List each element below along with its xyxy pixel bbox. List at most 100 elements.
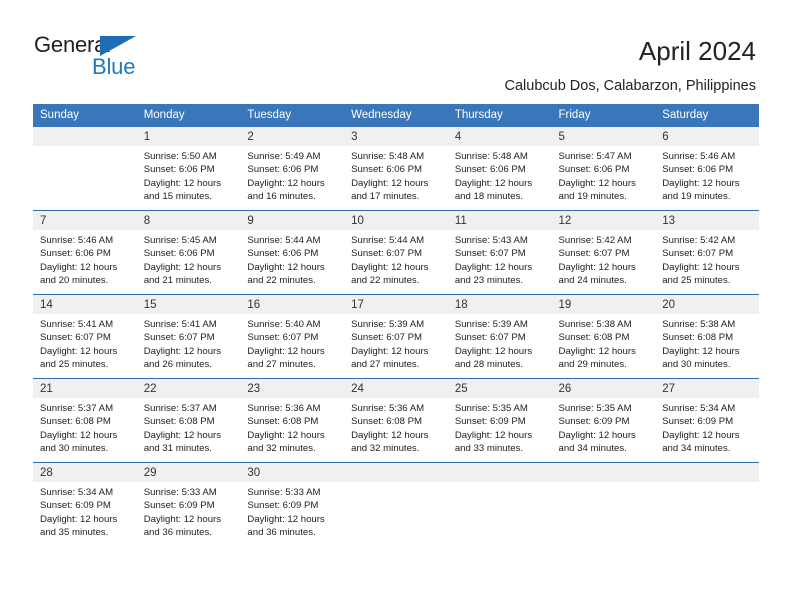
calendar-day-cell[interactable]: 11 Sunrise: 5:43 AM Sunset: 6:07 PM Dayligh… — [447, 210, 552, 295]
daylight-duration-line1: Daylight: 12 hours — [351, 345, 429, 357]
day-number: 20 — [655, 295, 759, 314]
sunrise-time: Sunrise: 5:50 AM — [143, 151, 217, 162]
calendar-day-cell[interactable]: 25 Sunrise: 5:35 AM Sunset: 6:09 PM Dayligh… — [447, 378, 552, 463]
calendar-day-cell[interactable]: 19 Sunrise: 5:38 AM Sunset: 6:08 PM Dayligh… — [551, 294, 656, 379]
calendar-week-row: 1 Sunrise: 5:50 AM Sunset: 6:06 PM Daylight… — [33, 127, 759, 211]
sunrise-time: Sunrise: 5:41 AM — [143, 319, 217, 330]
day-cell-inner: 4 Sunrise: 5:48 AM Sunset: 6:06 PM Daylight… — [447, 127, 552, 210]
calendar-day-cell[interactable]: 21 Sunrise: 5:37 AM Sunset: 6:08 PM Dayligh… — [33, 378, 137, 463]
calendar-day-cell[interactable]: 15 Sunrise: 5:41 AM Sunset: 6:07 PM Dayligh… — [136, 294, 241, 379]
day-number: 28 — [33, 463, 137, 482]
calendar-day-cell[interactable]: 26 Sunrise: 5:35 AM Sunset: 6:09 PM Dayligh… — [551, 378, 656, 463]
day-number: 6 — [655, 127, 759, 146]
day-cell-inner: 30 Sunrise: 5:33 AM Sunset: 6:09 PM Dayligh… — [240, 463, 345, 546]
calendar-day-cell[interactable] — [447, 462, 552, 546]
day-details: Sunrise: 5:39 AM Sunset: 6:07 PM Daylight:… — [448, 314, 552, 372]
day-cell-inner — [447, 463, 552, 546]
calendar-day-cell[interactable]: 8 Sunrise: 5:45 AM Sunset: 6:06 PM Daylight… — [136, 210, 241, 295]
calendar-day-cell[interactable]: 24 Sunrise: 5:36 AM Sunset: 6:08 PM Dayligh… — [344, 378, 448, 463]
calendar-day-cell[interactable]: 30 Sunrise: 5:33 AM Sunset: 6:09 PM Dayligh… — [240, 462, 345, 546]
calendar-header-row-group: Sunday Monday Tuesday Wednesday Thursday… — [33, 104, 759, 127]
sunset-time: Sunset: 6:06 PM — [454, 164, 526, 176]
daylight-duration-line2: and 32 minutes. — [351, 443, 420, 455]
calendar-day-cell[interactable] — [655, 462, 759, 546]
calendar-day-cell[interactable]: 28 Sunrise: 5:34 AM Sunset: 6:09 PM Dayligh… — [33, 462, 137, 546]
calendar-day-cell[interactable]: 5 Sunrise: 5:47 AM Sunset: 6:06 PM Daylight… — [551, 127, 656, 211]
day-details: Sunrise: 5:36 AM Sunset: 6:08 PM Daylight:… — [240, 398, 344, 456]
sunrise-time: Sunrise: 5:35 AM — [558, 403, 632, 414]
sunrise-time: Sunrise: 5:38 AM — [662, 319, 736, 330]
sunset-time: Sunset: 6:07 PM — [143, 332, 215, 344]
calendar-day-cell[interactable]: 9 Sunrise: 5:44 AM Sunset: 6:06 PM Daylight… — [240, 210, 345, 295]
sunset-time: Sunset: 6:06 PM — [143, 248, 215, 260]
sunrise-sunset-calendar-table: Sunday Monday Tuesday Wednesday Thursday… — [33, 104, 759, 546]
calendar-day-cell[interactable]: 27 Sunrise: 5:34 AM Sunset: 6:09 PM Dayligh… — [655, 378, 759, 463]
calendar-day-cell[interactable]: 17 Sunrise: 5:39 AM Sunset: 6:07 PM Dayligh… — [344, 294, 448, 379]
calendar-day-cell[interactable]: 16 Sunrise: 5:40 AM Sunset: 6:07 PM Dayligh… — [240, 294, 345, 379]
day-number: 7 — [33, 211, 137, 230]
sunset-time: Sunset: 6:06 PM — [247, 248, 319, 260]
calendar-day-cell[interactable]: 3 Sunrise: 5:48 AM Sunset: 6:06 PM Daylight… — [344, 127, 448, 211]
day-cell-inner: 12 Sunrise: 5:42 AM Sunset: 6:07 PM Dayligh… — [551, 211, 656, 294]
day-details: Sunrise: 5:41 AM Sunset: 6:07 PM Daylight:… — [33, 314, 137, 372]
sunrise-time: Sunrise: 5:34 AM — [40, 487, 114, 498]
calendar-day-cell[interactable]: 13 Sunrise: 5:42 AM Sunset: 6:07 PM Dayligh… — [655, 210, 759, 295]
daylight-duration-line1: Daylight: 12 hours — [662, 177, 740, 189]
general-blue-logo[interactable]: General Blue — [34, 34, 164, 86]
calendar-day-cell[interactable]: 1 Sunrise: 5:50 AM Sunset: 6:06 PM Daylight… — [136, 127, 241, 211]
day-cell-inner: 8 Sunrise: 5:45 AM Sunset: 6:06 PM Daylight… — [136, 211, 241, 294]
daylight-duration-line1: Daylight: 12 hours — [558, 345, 636, 357]
calendar-day-cell[interactable] — [33, 127, 137, 211]
day-details: Sunrise: 5:36 AM Sunset: 6:08 PM Daylight:… — [344, 398, 448, 456]
day-details: Sunrise: 5:50 AM Sunset: 6:06 PM Daylight:… — [137, 146, 241, 204]
sunset-time: Sunset: 6:08 PM — [40, 416, 111, 428]
day-cell-inner — [344, 463, 448, 546]
daylight-duration-line2: and 27 minutes. — [351, 359, 420, 371]
daylight-duration-line2: and 16 minutes. — [247, 191, 316, 203]
calendar-day-cell[interactable]: 6 Sunrise: 5:46 AM Sunset: 6:06 PM Daylight… — [655, 127, 759, 211]
sunset-time: Sunset: 6:09 PM — [247, 500, 319, 512]
calendar-week-row: 14 Sunrise: 5:41 AM Sunset: 6:07 PM Dayligh… — [33, 294, 759, 379]
calendar-day-cell[interactable]: 29 Sunrise: 5:33 AM Sunset: 6:09 PM Dayligh… — [136, 462, 241, 546]
day-details — [448, 482, 552, 486]
calendar-day-cell[interactable]: 4 Sunrise: 5:48 AM Sunset: 6:06 PM Daylight… — [447, 127, 552, 211]
day-cell-inner — [655, 463, 759, 546]
calendar-day-cell[interactable]: 18 Sunrise: 5:39 AM Sunset: 6:07 PM Dayligh… — [447, 294, 552, 379]
daylight-duration-line1: Daylight: 12 hours — [40, 345, 118, 357]
daylight-duration-line2: and 32 minutes. — [247, 443, 316, 455]
daylight-duration-line1: Daylight: 12 hours — [558, 261, 636, 273]
daylight-duration-line2: and 30 minutes. — [40, 443, 109, 455]
sunset-time: Sunset: 6:09 PM — [662, 416, 734, 428]
calendar-day-cell[interactable]: 2 Sunrise: 5:49 AM Sunset: 6:06 PM Daylight… — [240, 127, 345, 211]
daylight-duration-line2: and 31 minutes. — [143, 443, 212, 455]
daylight-duration-line1: Daylight: 12 hours — [247, 177, 325, 189]
daylight-duration-line1: Daylight: 12 hours — [662, 345, 740, 357]
daylight-duration-line2: and 36 minutes. — [247, 527, 316, 539]
day-number: 27 — [655, 379, 759, 398]
calendar-day-cell[interactable]: 14 Sunrise: 5:41 AM Sunset: 6:07 PM Dayligh… — [33, 294, 137, 379]
calendar-day-cell[interactable]: 23 Sunrise: 5:36 AM Sunset: 6:08 PM Dayligh… — [240, 378, 345, 463]
calendar-day-cell[interactable] — [344, 462, 448, 546]
day-number — [655, 463, 759, 482]
day-details: Sunrise: 5:37 AM Sunset: 6:08 PM Daylight:… — [33, 398, 137, 456]
calendar-day-cell[interactable]: 10 Sunrise: 5:44 AM Sunset: 6:07 PM Dayligh… — [344, 210, 448, 295]
calendar-day-cell[interactable]: 12 Sunrise: 5:42 AM Sunset: 6:07 PM Dayligh… — [551, 210, 656, 295]
sunrise-time: Sunrise: 5:46 AM — [662, 151, 736, 162]
sunrise-time: Sunrise: 5:33 AM — [247, 487, 321, 498]
day-cell-inner: 29 Sunrise: 5:33 AM Sunset: 6:09 PM Dayligh… — [136, 463, 241, 546]
day-number: 25 — [447, 379, 552, 398]
day-cell-inner: 3 Sunrise: 5:48 AM Sunset: 6:06 PM Daylight… — [344, 127, 448, 210]
daylight-duration-line2: and 19 minutes. — [662, 191, 731, 203]
calendar-day-cell[interactable]: 20 Sunrise: 5:38 AM Sunset: 6:08 PM Dayligh… — [655, 294, 759, 379]
day-details: Sunrise: 5:34 AM Sunset: 6:09 PM Daylight:… — [33, 482, 137, 540]
day-details: Sunrise: 5:45 AM Sunset: 6:06 PM Daylight:… — [137, 230, 241, 288]
day-cell-inner: 27 Sunrise: 5:34 AM Sunset: 6:09 PM Dayligh… — [655, 379, 759, 462]
calendar-day-cell[interactable]: 22 Sunrise: 5:37 AM Sunset: 6:08 PM Dayligh… — [136, 378, 241, 463]
calendar-day-cell[interactable] — [551, 462, 656, 546]
daylight-duration-line2: and 17 minutes. — [351, 191, 420, 203]
calendar-week-row: 28 Sunrise: 5:34 AM Sunset: 6:09 PM Dayligh… — [33, 462, 759, 546]
calendar-day-cell[interactable]: 7 Sunrise: 5:46 AM Sunset: 6:06 PM Daylight… — [33, 210, 137, 295]
daylight-duration-line2: and 36 minutes. — [143, 527, 212, 539]
weekday-header-friday: Friday — [551, 104, 656, 127]
day-number: 5 — [551, 127, 656, 146]
